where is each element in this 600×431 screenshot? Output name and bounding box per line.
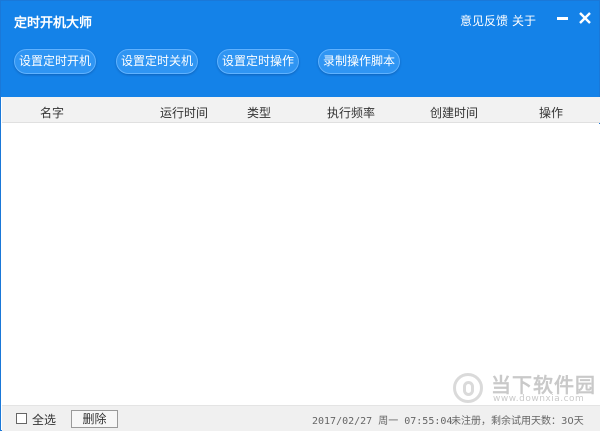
set-timed-boot-button[interactable]: 设置定时开机	[14, 49, 96, 74]
set-timed-operation-button[interactable]: 设置定时操作	[217, 49, 299, 74]
column-header-created-time[interactable]: 创建时间	[430, 104, 478, 121]
current-datetime: 2017/02/27 周一 07:55:04	[312, 416, 453, 427]
watermark-url: www.downxia.com	[493, 394, 585, 404]
column-header-actions: 操作	[539, 106, 564, 120]
task-table-header: 名字 运行时间 类型 执行频率 创建时间 操作	[2, 97, 600, 123]
record-script-button[interactable]: 录制操作脚本	[318, 49, 400, 74]
column-header-run-time[interactable]: 运行时间	[160, 104, 208, 121]
close-icon	[579, 12, 591, 24]
select-all-checkbox[interactable]	[16, 413, 27, 424]
column-header-name[interactable]: 名字	[40, 104, 64, 121]
app-window: 定时开机大师 意见反馈 关于 设置定时开机 设置定时关机 设置定时操作 录制操作…	[0, 0, 600, 431]
registration-status: 未注册，剩余试用天数：30天	[451, 416, 584, 427]
close-button[interactable]	[575, 8, 595, 28]
about-link[interactable]: 关于	[512, 12, 536, 29]
watermark: 当下软件园 www.downxia.com	[453, 367, 599, 409]
delete-button[interactable]: 删除	[71, 410, 118, 428]
downxia-logo-icon	[453, 373, 483, 403]
column-header-frequency[interactable]: 执行频率	[327, 104, 375, 121]
app-title: 定时开机大师	[14, 16, 93, 31]
feedback-link[interactable]: 意见反馈	[460, 12, 508, 29]
set-timed-shutdown-button[interactable]: 设置定时关机	[116, 49, 198, 74]
task-table-body[interactable]	[2, 124, 600, 405]
minimize-button[interactable]	[553, 8, 573, 28]
title-bar: 定时开机大师 意见反馈 关于 设置定时开机 设置定时关机 设置定时操作 录制操作…	[1, 1, 599, 97]
select-all-label[interactable]: 全选	[32, 411, 56, 428]
column-header-type[interactable]: 类型	[247, 104, 271, 121]
minimize-icon	[557, 17, 568, 20]
